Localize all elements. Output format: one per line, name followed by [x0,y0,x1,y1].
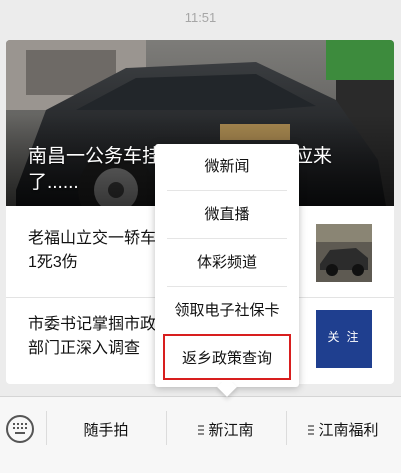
submenu-item[interactable]: 微直播 [163,192,291,238]
submenu-divider [167,286,287,287]
submenu-divider [167,190,287,191]
menu-tab-xinjiangnan[interactable]: 新江南 [166,419,286,440]
submenu-item[interactable]: 领取电子社保卡 [163,288,291,334]
submenu-item[interactable]: 微新闻 [163,144,291,190]
thumbnail-caption: 关 注 [327,330,361,344]
news-item-thumbnail [316,224,372,282]
keyboard-icon [13,423,27,435]
menu-tab-label: 新江南 [208,422,254,439]
submenu-icon [198,425,205,435]
highlight-box [163,334,291,380]
wechat-official-account-page: 11:51 南昌一公务车挂 回应来了...... 老福山立交一轿车 1死3伤 市… [0,0,401,473]
submenu-icon [308,425,315,435]
submenu-item[interactable]: 体彩频道 [163,240,291,286]
submenu-divider [167,238,287,239]
status-time: 11:51 [184,10,217,25]
menu-tab-suishoupai[interactable]: 随手拍 [46,419,166,440]
menu-tab-label: 随手拍 [83,422,129,439]
bottom-menu-bar: 随手拍 新江南 江南福利 [0,396,401,473]
menu-tab-jiangnanfuli[interactable]: 江南福利 [286,419,401,440]
news-item-thumbnail: 关 注 [316,310,372,368]
keyboard-toggle-button[interactable] [6,415,34,443]
menu-tab-label: 江南福利 [318,422,379,439]
